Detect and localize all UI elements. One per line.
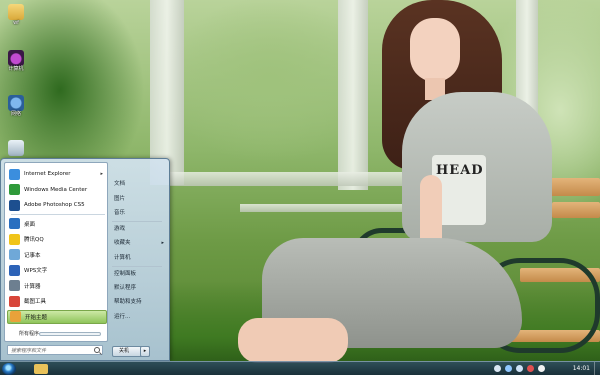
start-menu-link[interactable]: 收藏夹 ▸ [114,237,168,249]
menu-separator [11,213,105,215]
all-programs-button[interactable]: 所有程序 [3,329,107,339]
program-label: 开始主题 [25,314,48,321]
start-menu-link-label: 计算机 [114,255,131,261]
internet-explorer-icon [9,168,20,180]
wallpaper-pillar [338,0,368,190]
program-item[interactable]: Windows Media Center [7,183,107,197]
start-menu-link-label: 帮助和支持 [114,299,142,305]
desktop-icon-label: 网络 [10,111,21,117]
menu-separator [112,266,162,267]
wallpaper-girl-legs [238,318,348,363]
desktop-icon-wf[interactable]: wf [2,4,30,27]
start-search-input[interactable]: 搜索程序和文件 [7,345,103,355]
all-programs-label: 所有程序 [19,331,40,337]
chevron-right-icon: ▸ [143,348,147,354]
start-menu-link-label: 控制面板 [114,271,137,277]
bench-slat [552,202,600,218]
desktop-app-icon [9,218,20,229]
program-item[interactable]: Adobe Photoshop CS5 [7,198,107,212]
program-item[interactable]: 腾讯QQ [7,232,107,246]
notepad-icon [9,249,20,260]
chevron-right-icon: ▸ [161,240,164,246]
program-item[interactable]: 桌面 [7,217,107,231]
media-center-icon [9,184,20,195]
qq-icon [9,233,20,245]
shutdown-label: 关机 [119,348,130,354]
system-tray: 14:01 [490,362,600,375]
wallpaper-railing [170,172,420,186]
wallpaper-girl-face [410,18,460,82]
start-menu-link-label: 运行... [114,314,131,320]
start-menu-link-label: 收藏夹 [114,240,131,246]
start-menu-link[interactable]: 图片 [114,193,168,205]
flag-icon[interactable] [538,365,545,372]
start-menu-link-label: 音乐 [114,210,126,216]
wps-icon [9,264,20,276]
show-desktop-button[interactable] [594,362,600,375]
clock[interactable]: 14:01 [573,365,590,372]
shirt-print-text: HEAD [436,163,484,178]
start-menu-link-label: 默认程序 [114,285,137,291]
program-item[interactable]: 记事本 [7,248,107,262]
start-menu-link[interactable]: 文档 [114,178,168,190]
desktop-icon-recycle-bin[interactable] [2,140,30,156]
shutdown-options-button[interactable]: ▸ [140,346,150,357]
program-item[interactable]: Internet Explorer ▸ [7,167,107,181]
desktop-icon-network[interactable]: 网络 [2,95,30,118]
start-menu-link[interactable]: 默认程序 [114,282,168,294]
snipping-tool-icon [9,295,20,307]
start-menu-link-label: 文档 [114,181,126,187]
bench-slat [548,178,600,196]
calculator-icon [9,280,20,291]
chevron-right-icon: ▸ [100,171,103,177]
computer-icon [8,50,24,66]
start-menu-link[interactable]: 游戏 [114,223,168,235]
desktop-icon-label: wf [13,20,19,26]
program-label: Adobe Photoshop CS5 [24,202,85,208]
program-label: Internet Explorer [24,171,71,177]
start-menu-link[interactable]: 控制面板 [114,268,168,280]
network-tray-icon[interactable] [505,365,512,372]
program-label: 桌面 [24,221,36,228]
taskbar: 14:01 [0,361,600,375]
start-menu-link[interactable]: 计算机 [114,252,168,264]
search-icon [94,347,100,353]
folder-icon [8,4,24,20]
program-item[interactable]: 计算器 [7,279,107,293]
language-icon[interactable] [494,365,501,372]
start-menu-link[interactable]: 运行... [114,311,168,323]
photoshop-icon [9,199,20,211]
desktop-icon-computer[interactable]: 计算机 [2,50,30,73]
start-menu-programs-pane: Internet Explorer ▸ Windows Media Center Ad… [4,162,108,342]
program-item[interactable]: 截图工具 [7,294,107,308]
start-button[interactable] [2,363,16,375]
search-placeholder: 搜索程序和文件 [11,348,47,354]
folder-icon[interactable] [34,364,48,374]
program-item[interactable]: WPS文字 [7,263,107,277]
all-programs-bar [39,332,101,336]
program-label: 计算器 [24,283,41,290]
menu-separator [112,221,162,222]
start-menu-link-label: 图片 [114,196,126,202]
start-menu-link[interactable]: 音乐 [114,207,168,219]
start-theme-icon [10,311,21,322]
network-icon [8,95,24,111]
program-item[interactable]: 开始主题 [7,309,107,324]
volume-icon[interactable] [516,365,523,372]
program-label: 记事本 [24,252,41,259]
start-menu-link-label: 游戏 [114,226,126,232]
program-label: WPS文字 [24,268,48,274]
start-menu-link[interactable]: 帮助和支持 [114,296,168,308]
program-label: 截图工具 [24,299,47,305]
security-icon[interactable] [527,365,534,372]
desktop-icon-label: 计算机 [8,66,24,72]
program-label: 腾讯QQ [24,237,44,243]
program-label: Windows Media Center [24,186,88,193]
recycle-bin-icon [8,140,24,156]
